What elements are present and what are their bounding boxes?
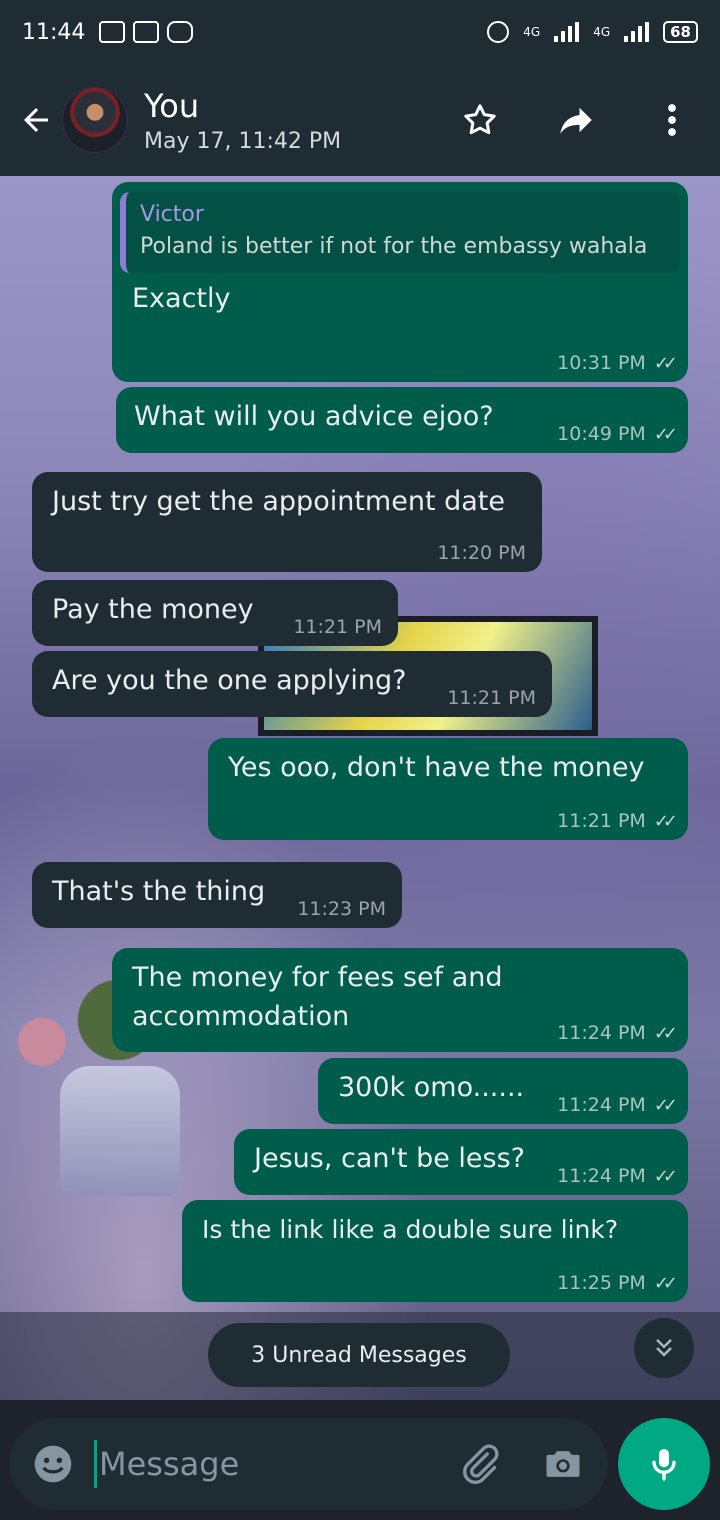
attachment-icon[interactable] <box>454 1439 504 1489</box>
wallpaper-vase <box>60 1066 180 1196</box>
signal-icon <box>554 22 580 42</box>
battery-icon: 68 <box>663 21 698 43</box>
message-time: 11:21 PM <box>293 616 382 638</box>
network-type-label: 4G <box>523 25 541 39</box>
read-ticks-icon: ✓✓ <box>653 1272 678 1294</box>
read-ticks-icon: ✓✓ <box>653 1022 678 1044</box>
message-outgoing[interactable]: 300k omo...... 11:24 PM ✓✓ <box>318 1058 688 1124</box>
message-incoming[interactable]: Are you the one applying? 11:21 PM <box>32 651 552 717</box>
unread-messages-button[interactable]: 3 Unread Messages <box>208 1323 510 1387</box>
message-input[interactable] <box>99 1445 419 1483</box>
message-outgoing[interactable]: Victor Poland is better if not for the e… <box>112 182 688 382</box>
message-time: 11:24 PM <box>557 1022 646 1044</box>
message-notification-icon <box>133 21 160 43</box>
read-ticks-icon: ✓✓ <box>653 423 678 445</box>
star-icon[interactable] <box>458 98 502 142</box>
quote-author: Victor <box>140 202 204 227</box>
text-caret <box>94 1440 97 1488</box>
message-time: 11:20 PM <box>437 542 526 564</box>
read-ticks-icon: ✓✓ <box>653 352 678 374</box>
instagram-notification-icon <box>167 21 194 43</box>
message-incoming[interactable]: Just try get the appointment date 11:20 … <box>32 472 542 572</box>
message-time: 10:31 PM <box>557 352 646 374</box>
camera-icon[interactable] <box>538 1439 588 1489</box>
message-text: Yes ooo, don't have the money <box>228 752 645 783</box>
message-text: The money for fees sef and accommodation <box>132 962 503 1032</box>
signal-icon-2 <box>624 22 650 42</box>
message-outgoing[interactable]: What will you advice ejoo? 10:49 PM ✓✓ <box>116 387 688 453</box>
message-outgoing[interactable]: Is the link like a double sure link? 11:… <box>182 1200 688 1302</box>
message-composer[interactable] <box>10 1418 608 1510</box>
read-ticks-icon: ✓✓ <box>653 1165 678 1187</box>
emoji-icon[interactable] <box>30 1441 76 1487</box>
message-time: 11:24 PM <box>557 1094 646 1116</box>
chat-header: You May 17, 11:42 PM <box>0 64 720 176</box>
chat-wallpaper[interactable]: Victor Poland is better if not for the e… <box>0 176 720 1400</box>
status-time: 11:44 <box>22 19 86 45</box>
message-time: 11:25 PM <box>557 1272 646 1294</box>
message-text: Just try get the appointment date <box>52 486 505 517</box>
message-outgoing[interactable]: Jesus, can't be less? 11:24 PM ✓✓ <box>234 1129 688 1195</box>
message-incoming[interactable]: Pay the money 11:21 PM <box>32 580 398 646</box>
message-text: Is the link like a double sure link? <box>202 1215 619 1244</box>
read-ticks-icon: ✓✓ <box>653 1094 678 1116</box>
double-chevron-down-icon <box>656 1339 672 1357</box>
more-vert-icon[interactable] <box>650 98 694 142</box>
quote-text: Poland is better if not for the embassy … <box>140 234 648 259</box>
message-text: Exactly <box>132 283 231 314</box>
chat-title-block[interactable]: You May 17, 11:42 PM <box>144 87 341 154</box>
message-time: 11:24 PM <box>557 1165 646 1187</box>
quoted-message[interactable]: Victor Poland is better if not for the e… <box>120 192 680 273</box>
message-time: 11:23 PM <box>297 898 386 920</box>
forward-icon[interactable] <box>554 98 598 142</box>
message-incoming[interactable]: That's the thing 11:23 PM <box>32 862 402 928</box>
scroll-down-button[interactable] <box>634 1318 694 1378</box>
message-time: 11:21 PM <box>447 687 536 709</box>
microphone-icon <box>652 1449 676 1481</box>
message-time: 10:49 PM <box>557 423 646 445</box>
alarm-icon <box>487 21 510 43</box>
gallery-notification-icon <box>99 21 126 43</box>
message-time: 11:21 PM <box>557 810 646 832</box>
network-type-label-2: 4G <box>593 25 611 39</box>
status-bar: 11:44 4G 4G 68 <box>0 0 720 64</box>
chat-title: You <box>144 86 200 125</box>
chat-subtitle: May 17, 11:42 PM <box>144 128 342 154</box>
avatar[interactable] <box>62 87 128 153</box>
read-ticks-icon: ✓✓ <box>653 810 678 832</box>
message-outgoing[interactable]: Yes ooo, don't have the money 11:21 PM ✓✓ <box>208 738 688 840</box>
mic-button[interactable] <box>618 1418 710 1510</box>
back-arrow-icon[interactable] <box>14 98 58 142</box>
message-outgoing[interactable]: The money for fees sef and accommodation… <box>112 948 688 1052</box>
